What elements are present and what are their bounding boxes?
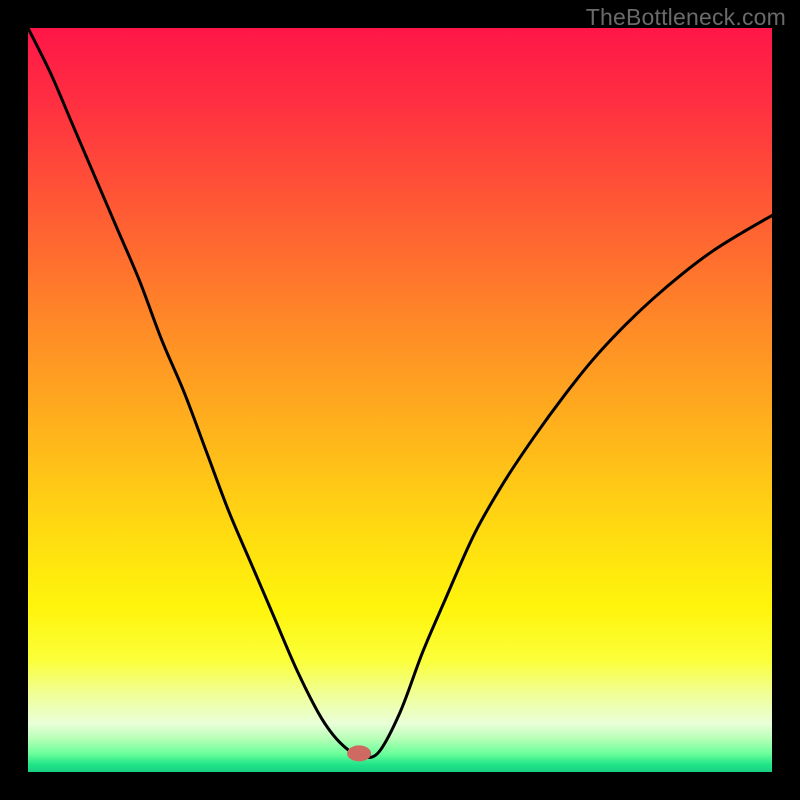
plot-area xyxy=(28,28,772,772)
gradient-background xyxy=(28,28,772,772)
chart-frame: TheBottleneck.com xyxy=(0,0,800,800)
watermark-text: TheBottleneck.com xyxy=(586,4,786,31)
minimum-marker xyxy=(347,745,371,761)
plot-svg xyxy=(28,28,772,772)
